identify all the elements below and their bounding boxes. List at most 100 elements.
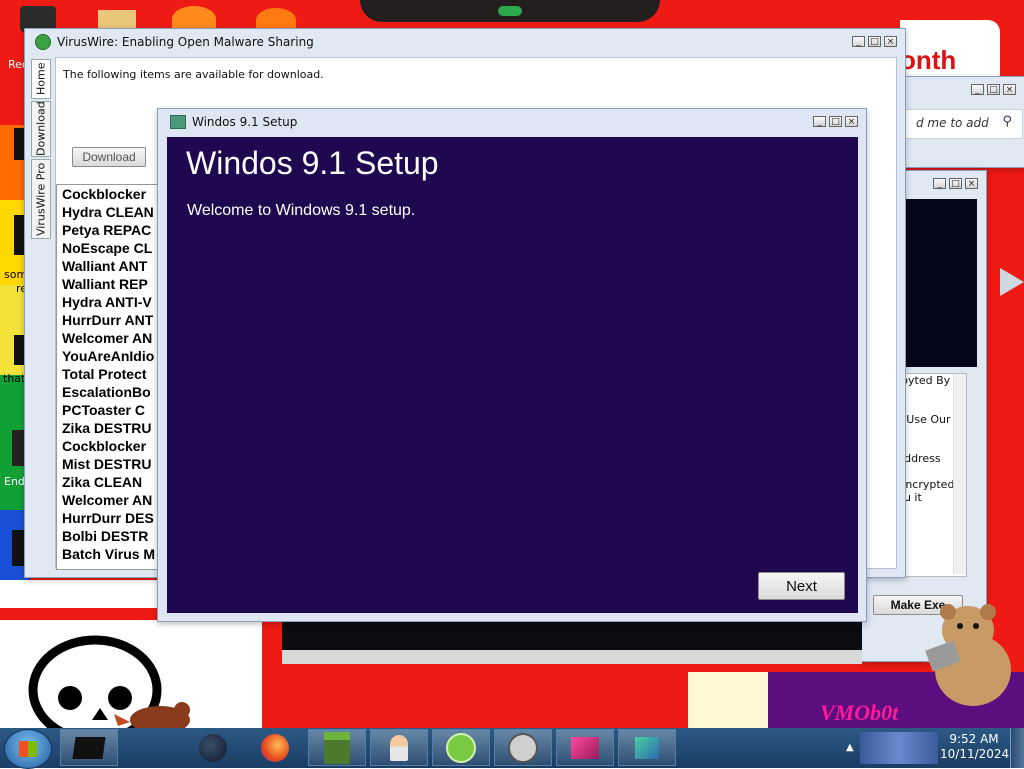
desktop-label-5: End bbox=[4, 475, 25, 488]
tray-icons-area[interactable] bbox=[860, 732, 938, 764]
ransom-scrollbar[interactable] bbox=[953, 374, 966, 574]
malware-list-item[interactable]: EscalationBo bbox=[62, 383, 172, 401]
taskbar: ▲ 9:52 AM 10/11/2024 bbox=[0, 728, 1024, 769]
next-button[interactable]: Next bbox=[758, 572, 845, 600]
start-button[interactable] bbox=[4, 729, 52, 769]
taskbar-item-firefox[interactable] bbox=[246, 729, 304, 766]
desktop-red-lower bbox=[268, 665, 688, 728]
malware-list-item[interactable]: Cockblocker bbox=[62, 185, 172, 203]
malware-list-item[interactable]: Welcomer AN bbox=[62, 491, 172, 509]
malware-list-item[interactable]: Zika CLEAN bbox=[62, 473, 172, 491]
close-button[interactable]: × bbox=[965, 178, 978, 189]
ransom-window-controls: _ □ × bbox=[933, 178, 978, 189]
paper-plane-icon bbox=[1000, 268, 1024, 296]
setup-window[interactable]: Windos 9.1 Setup _ □ × Windos 9.1 Setup … bbox=[157, 108, 867, 622]
clock-date: 10/11/2024 bbox=[940, 747, 1010, 761]
setup-panel: Windos 9.1 Setup Welcome to Windows 9.1 … bbox=[167, 137, 858, 613]
taskbar-item-setup[interactable] bbox=[618, 729, 676, 766]
bird-taskbar-icon bbox=[137, 737, 165, 759]
close-button[interactable]: × bbox=[884, 36, 897, 47]
close-button[interactable]: × bbox=[845, 116, 858, 127]
back-window-controls: _ □ × bbox=[971, 84, 1016, 95]
malware-list-item[interactable]: NoEscape CL bbox=[62, 239, 172, 257]
desktop-yellow-patch bbox=[688, 672, 768, 728]
firefox-icon bbox=[261, 733, 289, 762]
maximize-button[interactable]: □ bbox=[829, 116, 842, 127]
malware-list-item[interactable]: Petya REPAC bbox=[62, 221, 172, 239]
globe-icon bbox=[199, 733, 227, 762]
tray-arrow-icon[interactable]: ▲ bbox=[846, 742, 854, 753]
desktop-label-4: that bbox=[3, 372, 26, 385]
user-icon bbox=[390, 734, 408, 761]
taskbar-item-media[interactable] bbox=[556, 729, 614, 766]
search-input[interactable]: d me to add bbox=[916, 116, 989, 130]
tab-viruswire-pro[interactable]: VirusWire Pro bbox=[31, 159, 51, 239]
malware-list-item[interactable]: HurrDurr ANT bbox=[62, 311, 172, 329]
tray-clock[interactable]: 9:52 AM 10/11/2024 bbox=[940, 732, 1010, 762]
green-indicator bbox=[498, 6, 522, 16]
search-icon[interactable]: ⚲ bbox=[1002, 114, 1012, 129]
setup-heading: Windos 9.1 Setup bbox=[186, 145, 439, 181]
skull-taskbar-icon bbox=[508, 732, 538, 763]
setup-title: Windos 9.1 Setup bbox=[192, 115, 298, 129]
malware-list-item[interactable]: Walliant ANT bbox=[62, 257, 172, 275]
download-button[interactable]: Download bbox=[72, 147, 146, 167]
setup-taskbar-icon bbox=[635, 736, 659, 759]
show-desktop-button[interactable] bbox=[1010, 728, 1024, 768]
malware-list-item[interactable]: PCToaster C bbox=[62, 401, 172, 419]
behind-window-strip bbox=[282, 650, 862, 664]
malware-list-item[interactable]: Mist DESTRU bbox=[62, 455, 172, 473]
windows-logo-icon bbox=[19, 741, 37, 757]
media-icon bbox=[571, 736, 599, 759]
setup-window-controls: _ □ × bbox=[813, 116, 858, 127]
viruswire-tab-strip: Home Download VirusWire Pro bbox=[31, 57, 53, 569]
taskbar-item-lime[interactable] bbox=[432, 729, 490, 766]
minimize-button[interactable]: _ bbox=[852, 36, 865, 47]
malware-list-item[interactable]: Total Protect bbox=[62, 365, 172, 383]
taskbar-item-dark[interactable] bbox=[60, 729, 118, 766]
top-right-heading: onth bbox=[900, 45, 957, 75]
close-button[interactable]: × bbox=[1003, 84, 1016, 95]
taskbar-item-user[interactable] bbox=[370, 729, 428, 766]
malware-list-item[interactable]: Zika DESTRU bbox=[62, 419, 172, 437]
malware-list-item[interactable]: HurrDurr DES bbox=[62, 509, 172, 527]
top-right-paper: onth bbox=[900, 20, 1000, 80]
clock-time: 9:52 AM bbox=[949, 732, 999, 746]
maximize-button[interactable]: □ bbox=[949, 178, 962, 189]
search-box[interactable]: d me to add ⚲ bbox=[895, 109, 1023, 139]
dark-box-icon bbox=[72, 736, 106, 759]
taskbar-item-globe[interactable] bbox=[184, 729, 242, 766]
hamster-icon bbox=[925, 604, 1011, 706]
malware-list-item[interactable]: Cockblocker bbox=[62, 437, 172, 455]
viruswire-info-text: The following items are available for do… bbox=[63, 68, 324, 81]
malware-list-item[interactable]: Bolbi DESTR bbox=[62, 527, 172, 545]
malware-list-item[interactable]: Hydra CLEAN bbox=[62, 203, 172, 221]
taskbar-item-minecraft[interactable] bbox=[308, 729, 366, 766]
malware-list-item[interactable]: Welcomer AN bbox=[62, 329, 172, 347]
viruswire-window-controls: _ □ × bbox=[852, 36, 897, 47]
lime-icon bbox=[446, 732, 476, 763]
viruswire-logo-icon bbox=[35, 34, 51, 50]
watermark-text: VMOb0t bbox=[820, 700, 899, 725]
minimize-button[interactable]: _ bbox=[971, 84, 984, 95]
malware-list-item[interactable]: Batch Virus M bbox=[62, 545, 172, 563]
maximize-button[interactable]: □ bbox=[987, 84, 1000, 95]
malware-list[interactable]: Cockblocker Hydra CLEAN Petya REPAC NoEscap… bbox=[56, 184, 173, 570]
viruswire-title: VirusWire: Enabling Open Malware Sharing bbox=[57, 35, 314, 49]
grass-block-icon bbox=[324, 731, 350, 764]
malware-list-item[interactable]: Walliant REP bbox=[62, 275, 172, 293]
maximize-button[interactable]: □ bbox=[868, 36, 881, 47]
minimize-button[interactable]: _ bbox=[933, 178, 946, 189]
setup-window-icon bbox=[170, 115, 186, 129]
tab-home[interactable]: Home bbox=[31, 59, 51, 99]
setup-titlebar[interactable]: Windos 9.1 Setup bbox=[158, 109, 866, 135]
setup-welcome-text: Welcome to Windows 9.1 setup. bbox=[187, 202, 416, 219]
minimize-button[interactable]: _ bbox=[813, 116, 826, 127]
malware-list-item[interactable]: YouAreAnIdio bbox=[62, 347, 172, 365]
malware-list-item[interactable]: Hydra ANTI-V bbox=[62, 293, 172, 311]
taskbar-item-bird[interactable] bbox=[122, 729, 180, 766]
viruswire-titlebar[interactable]: VirusWire: Enabling Open Malware Sharing bbox=[25, 29, 905, 55]
taskbar-item-skull[interactable] bbox=[494, 729, 552, 766]
tab-download[interactable]: Download bbox=[31, 101, 51, 157]
top-device-shape bbox=[360, 0, 660, 22]
